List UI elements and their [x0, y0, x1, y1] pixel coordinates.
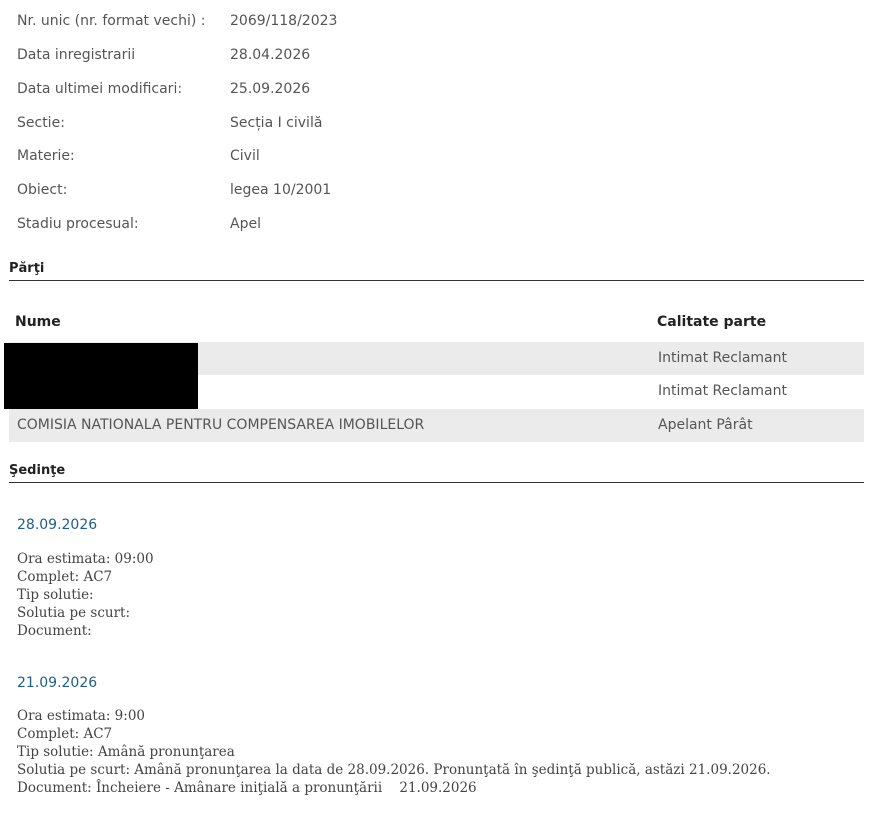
- session-solutia: Solutia pe scurt:: [17, 605, 131, 621]
- parti-header-name: Nume: [15, 314, 61, 330]
- info-value: Secția I civilă: [230, 115, 323, 131]
- session-complet: Complet: AC7: [17, 569, 113, 585]
- info-label: Stadiu procesual:: [17, 216, 139, 232]
- session-complet: Complet: AC7: [17, 726, 113, 742]
- party-role: Intimat Reclamant: [658, 383, 787, 399]
- session-ora: Ora estimata: 9:00: [17, 708, 145, 724]
- session-date[interactable]: 21.09.2026: [17, 675, 97, 691]
- parti-header-role: Calitate parte: [657, 314, 767, 330]
- info-label: Data ultimei modificari:: [17, 81, 183, 97]
- info-label: Sectie:: [17, 115, 65, 131]
- session-document: Document:: [17, 623, 92, 639]
- parti-section-title: Părţi: [9, 261, 864, 281]
- session-solutia: Solutia pe scurt: Amână pronunţarea la d…: [17, 762, 771, 778]
- info-label: Nr. unic (nr. format vechi) :: [17, 13, 206, 29]
- party-role: Intimat Reclamant: [658, 350, 787, 366]
- table-row: COMISIA NATIONALA PENTRU COMPENSAREA IMO…: [9, 409, 864, 442]
- session-date[interactable]: 28.09.2026: [17, 517, 97, 533]
- info-value: 25.09.2026: [230, 81, 311, 97]
- info-value: Civil: [230, 148, 260, 164]
- party-name: COMISIA NATIONALA PENTRU COMPENSAREA IMO…: [17, 417, 425, 433]
- session-tip-solutie: Tip solutie: Amână pronunţarea: [17, 744, 235, 760]
- info-value: 28.04.2026: [230, 47, 311, 63]
- info-label: Data inregistrarii: [17, 47, 136, 63]
- info-value: 2069/118/2023: [230, 13, 338, 29]
- session-details: Ora estimata: 09:00 Complet: AC7 Tip sol…: [17, 550, 154, 640]
- info-value: legea 10/2001: [230, 182, 332, 198]
- session-details: Ora estimata: 9:00 Complet: AC7 Tip solu…: [17, 707, 771, 797]
- sedinte-section-title: Şedinţe: [9, 463, 864, 483]
- info-value: Apel: [230, 216, 261, 232]
- info-label: Obiect:: [17, 182, 68, 198]
- session-tip-solutie: Tip solutie:: [17, 587, 94, 603]
- session-document: Document: Încheiere - Amânare iniţială a…: [17, 780, 477, 796]
- info-label: Materie:: [17, 148, 75, 164]
- redaction-block: [4, 343, 198, 409]
- session-ora: Ora estimata: 09:00: [17, 551, 154, 567]
- party-role: Apelant Pârât: [658, 417, 753, 433]
